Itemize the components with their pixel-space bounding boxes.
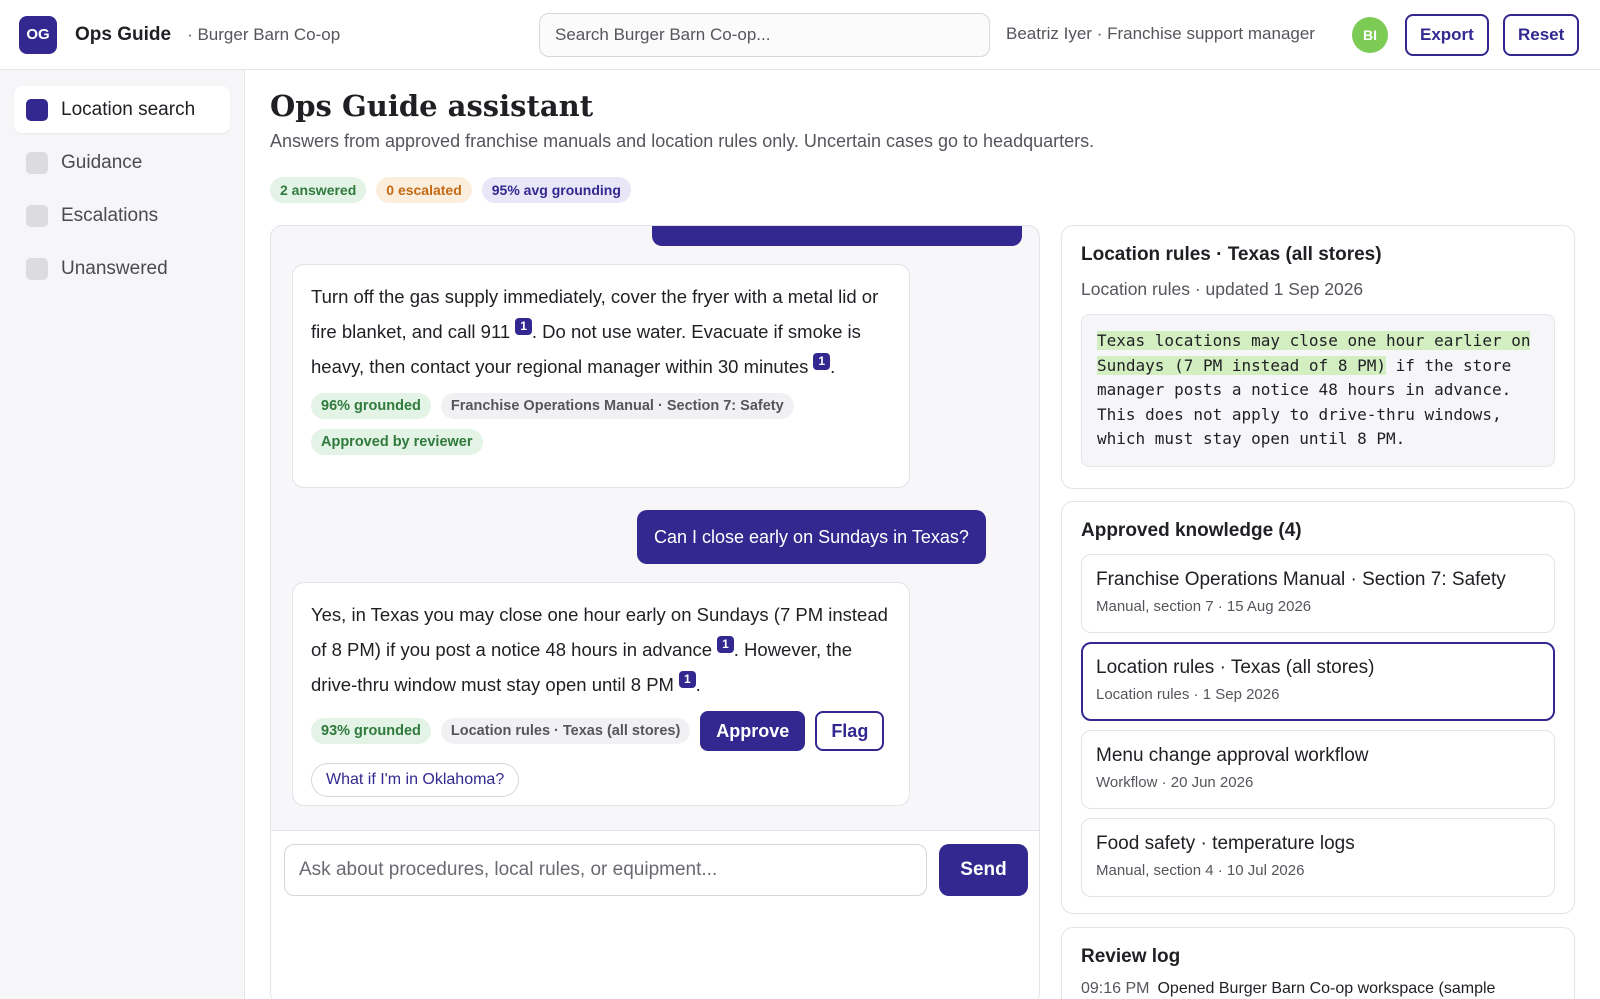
- citation-marker[interactable]: 1: [515, 318, 532, 335]
- approved-status-badge: Approved by reviewer: [311, 429, 483, 455]
- escalated-count-badge: 0 escalated: [376, 177, 472, 203]
- knowledge-item[interactable]: Menu change approval workflow Workflow ·…: [1081, 730, 1555, 809]
- source-title: Location rules · Texas (all stores): [1081, 244, 1382, 265]
- knowledge-item-title: Location rules · Texas (all stores): [1096, 657, 1375, 678]
- answer-text-segment: .: [695, 674, 701, 695]
- review-log-title: Review log: [1081, 946, 1181, 967]
- stats-row: 2 answered 0 escalated 95% avg grounding: [270, 177, 631, 203]
- unanswered-icon: [26, 257, 48, 280]
- grounding-score-badge: 93% grounded: [311, 718, 431, 744]
- source-tag[interactable]: Location rules · Texas (all stores): [440, 718, 691, 744]
- answer-text: Turn off the gas supply immediately, cov…: [311, 279, 891, 384]
- top-bar: OG Ops Guide · Burger Barn Co-op Beatriz…: [0, 0, 1600, 70]
- user-name-role: Beatriz Iyer · Franchise support manager: [1006, 24, 1315, 43]
- location-search-icon: [26, 98, 48, 121]
- message-composer: Send: [271, 830, 1039, 999]
- grounding-score-badge: 96% grounded: [311, 393, 431, 419]
- sidebar-item-guidance[interactable]: Guidance: [14, 139, 230, 186]
- send-button[interactable]: Send: [939, 844, 1028, 896]
- citation-marker[interactable]: 1: [717, 636, 734, 653]
- suggestion-row: What if I'm in Oklahoma?: [311, 763, 891, 797]
- knowledge-item-meta: Workflow · 20 Jun 2026: [1096, 774, 1254, 791]
- sidebar-item-label: Unanswered: [61, 257, 168, 279]
- approved-knowledge-panel: Approved knowledge (4) Franchise Operati…: [1061, 501, 1575, 914]
- app-logo: OG: [19, 15, 57, 54]
- org-name: · Burger Barn Co-op: [187, 24, 341, 44]
- answer-status-row: Approved by reviewer: [311, 429, 891, 455]
- sidebar: Location search Guidance Escalations Una…: [0, 70, 245, 999]
- source-subtitle: Location rules · updated 1 Sep 2026: [1081, 279, 1364, 299]
- citation-marker[interactable]: 1: [678, 671, 696, 688]
- flag-button[interactable]: Flag: [815, 711, 885, 751]
- knowledge-item[interactable]: Franchise Operations Manual · Section 7:…: [1081, 554, 1555, 633]
- previous-question-bubble: [652, 226, 1022, 246]
- reset-button[interactable]: Reset: [1503, 14, 1580, 56]
- knowledge-item-meta: Manual, section 4 · 10 Jul 2026: [1096, 862, 1305, 879]
- sidebar-item-location-search[interactable]: Location search: [14, 86, 230, 133]
- log-time: 09:16 PM: [1081, 980, 1150, 997]
- guidance-icon: [26, 151, 48, 174]
- knowledge-item[interactable]: Location rules · Texas (all stores) Loca…: [1081, 642, 1555, 721]
- approve-button[interactable]: Approve: [700, 711, 806, 751]
- escalations-icon: [26, 204, 48, 227]
- workspace-search-input[interactable]: [539, 13, 990, 57]
- chat-panel: Turn off the gas supply immediately, cov…: [270, 225, 1040, 999]
- assistant-answer-card: Turn off the gas supply immediately, cov…: [292, 264, 910, 488]
- avatar[interactable]: BI: [1352, 17, 1388, 53]
- answered-count-badge: 2 answered: [270, 177, 367, 203]
- user-question-bubble: Can I close early on Sundays in Texas?: [637, 510, 986, 564]
- answer-tags: 93% grounded Location rules · Texas (all…: [311, 711, 891, 751]
- sidebar-item-unanswered[interactable]: Unanswered: [14, 245, 230, 292]
- source-tag[interactable]: Franchise Operations Manual · Section 7:…: [440, 393, 794, 419]
- knowledge-item-title: Franchise Operations Manual · Section 7:…: [1096, 569, 1506, 590]
- knowledge-item[interactable]: Food safety · temperature logs Manual, s…: [1081, 818, 1555, 897]
- answer-tags: 96% grounded Franchise Operations Manual…: [311, 393, 891, 419]
- assistant-answer-card: Yes, in Texas you may close one hour ear…: [292, 582, 910, 806]
- source-detail-panel: Location rules · Texas (all stores) Loca…: [1061, 225, 1575, 489]
- knowledge-item-meta: Location rules · 1 Sep 2026: [1096, 686, 1280, 703]
- page-subtitle: Answers from approved franchise manuals …: [270, 131, 1095, 151]
- log-text: Opened Burger Barn Co-op workspace (samp…: [1157, 980, 1496, 997]
- review-log-panel: Review log 09:16 PM Opened Burger Barn Co…: [1061, 927, 1575, 999]
- avg-grounding-badge: 95% avg grounding: [481, 177, 631, 203]
- answer-text: Yes, in Texas you may close one hour ear…: [311, 597, 891, 702]
- knowledge-title: Approved knowledge (4): [1081, 520, 1302, 541]
- sidebar-item-label: Guidance: [61, 151, 143, 173]
- sidebar-item-label: Location search: [61, 98, 196, 120]
- suggested-question-chip[interactable]: What if I'm in Oklahoma?: [311, 763, 520, 797]
- source-excerpt: Texas locations may close one hour earli…: [1081, 314, 1555, 467]
- knowledge-item-meta: Manual, section 7 · 15 Aug 2026: [1096, 598, 1312, 615]
- page-title: Ops Guide assistant: [270, 89, 594, 123]
- message-input[interactable]: [284, 844, 927, 896]
- log-entry: 09:16 PM Opened Burger Barn Co-op workspa…: [1081, 980, 1555, 998]
- citation-marker[interactable]: 1: [813, 353, 831, 370]
- export-button[interactable]: Export: [1405, 14, 1489, 56]
- sidebar-item-escalations[interactable]: Escalations: [14, 192, 230, 239]
- sidebar-item-label: Escalations: [61, 204, 159, 226]
- app-name: Ops Guide: [75, 23, 172, 45]
- knowledge-item-title: Menu change approval workflow: [1096, 745, 1369, 766]
- answer-text-segment: .: [830, 356, 836, 377]
- knowledge-item-title: Food safety · temperature logs: [1096, 833, 1355, 854]
